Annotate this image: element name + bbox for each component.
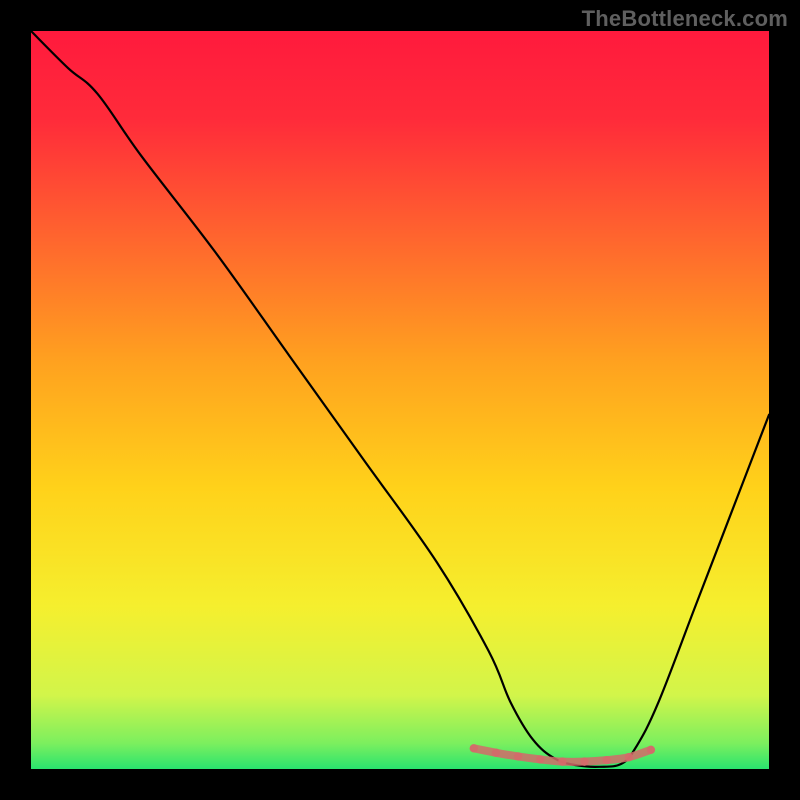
chart-svg [31,31,769,769]
plot-area [31,31,769,769]
gradient-background [31,31,769,769]
watermark-text: TheBottleneck.com [582,6,788,32]
